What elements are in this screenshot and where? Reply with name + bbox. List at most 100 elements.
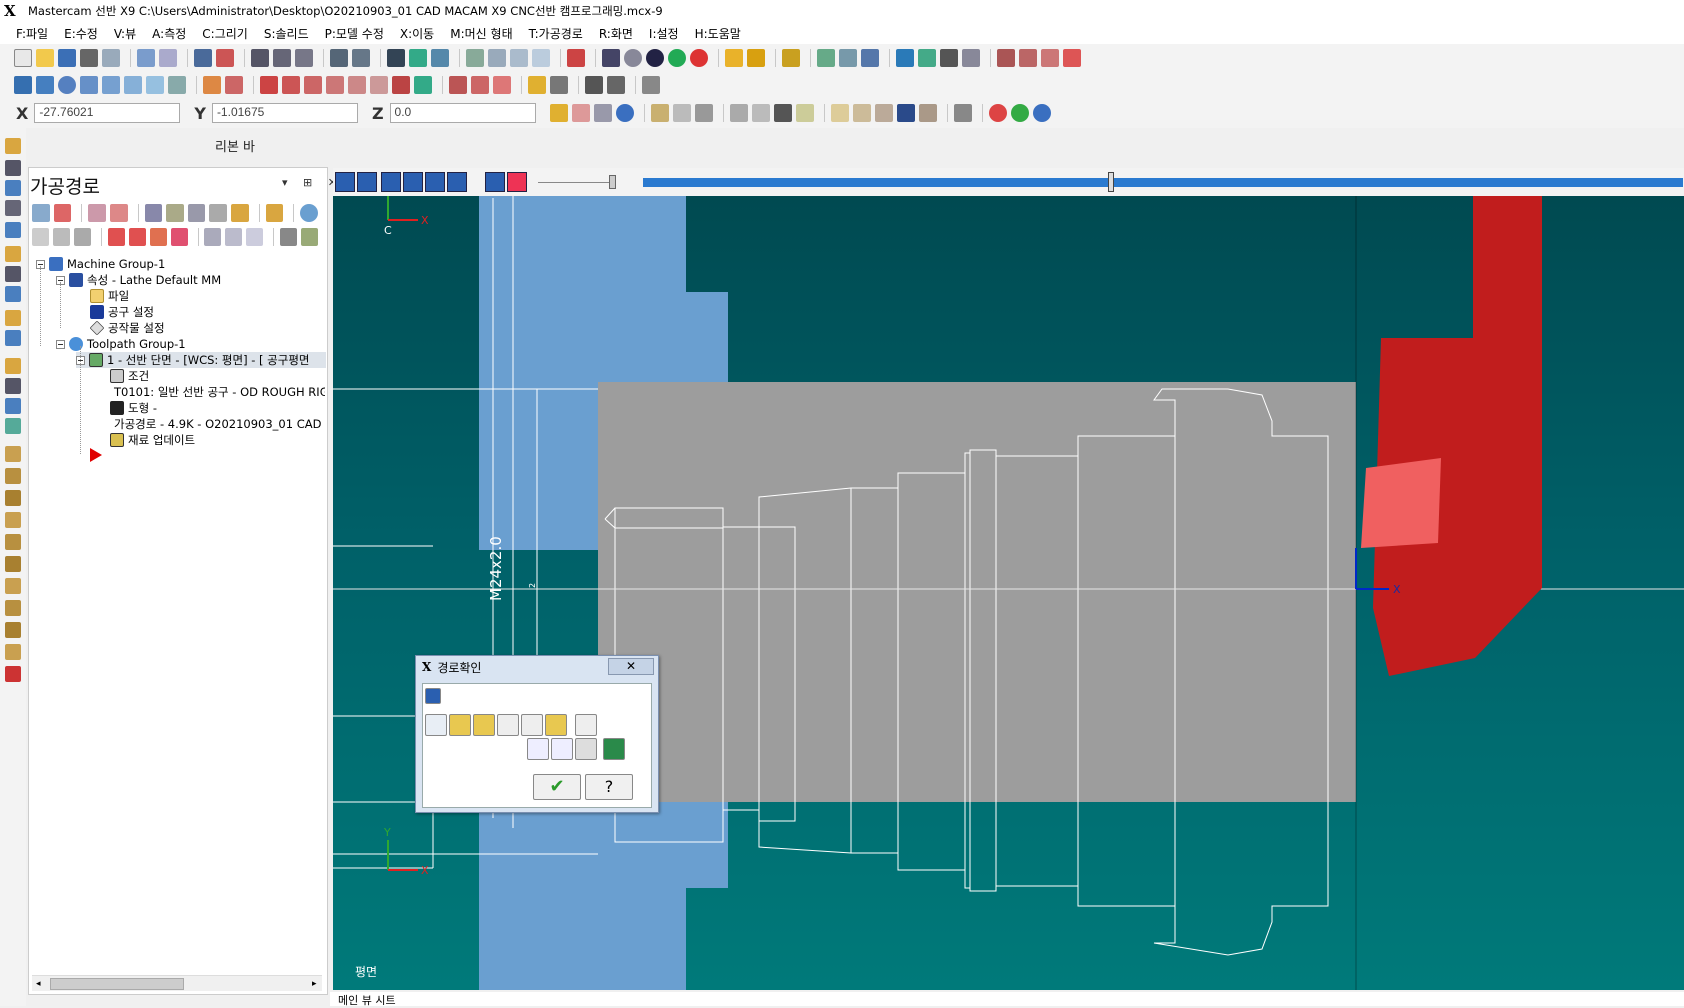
strip-tool-13-icon[interactable]	[5, 398, 21, 414]
clear-icon[interactable]	[593, 104, 612, 122]
collapse-dialog-icon[interactable]	[425, 688, 441, 704]
dimension-horizontal-icon[interactable]	[585, 75, 603, 94]
tool-manager-icon[interactable]	[280, 228, 298, 246]
menu-view[interactable]: V:뷰	[114, 25, 136, 42]
tree-item-stock-setup[interactable]: 공작물 설정	[89, 320, 165, 336]
stop-icon[interactable]	[357, 172, 377, 192]
strip-tool-21-icon[interactable]	[5, 578, 21, 594]
regen-all-icon[interactable]	[88, 204, 106, 222]
strip-tool-3-icon[interactable]	[5, 180, 21, 196]
machine-icon-4[interactable]	[1063, 48, 1081, 67]
machine-icon-2[interactable]	[1019, 48, 1037, 67]
z-coord-input[interactable]: 0.0	[389, 103, 536, 123]
select-all-icon[interactable]	[751, 104, 770, 122]
xform-8-icon[interactable]	[414, 75, 432, 94]
zoom-out-icon[interactable]	[352, 48, 370, 67]
info-icon[interactable]	[575, 714, 597, 736]
menu-machine-type[interactable]: M:머신 형태	[450, 25, 512, 42]
top-view-icon[interactable]	[488, 48, 506, 67]
array-icon[interactable]	[471, 75, 489, 94]
panel-help-icon[interactable]	[300, 204, 318, 222]
menu-screen[interactable]: R:화면	[599, 25, 633, 42]
tree-item-operation-1[interactable]: 1 - 선반 단면 - [WCS: 평면] - [ 공구평면	[76, 352, 326, 368]
tree-item-stock-update[interactable]: 재료 업데이트	[110, 432, 195, 448]
shaded-green-icon[interactable]	[668, 48, 686, 67]
point-icon[interactable]	[14, 75, 32, 94]
strip-tool-2-icon[interactable]	[5, 160, 21, 176]
sigma-icon[interactable]	[940, 48, 958, 67]
simulate-icon[interactable]	[187, 204, 206, 222]
toolpath-display-icon[interactable]	[485, 172, 505, 192]
open-file-icon[interactable]	[36, 48, 54, 67]
scroll-left-icon[interactable]: ◂	[36, 979, 41, 989]
show-holder-icon[interactable]	[497, 714, 519, 736]
x-coord-input[interactable]: -27.76021	[34, 103, 181, 123]
globe-icon[interactable]	[602, 48, 620, 67]
move-up-icon[interactable]	[128, 228, 146, 246]
menu-xform[interactable]: X:이동	[400, 25, 434, 42]
strip-tool-6-icon[interactable]	[5, 246, 21, 262]
menu-toolpaths[interactable]: T:가공경로	[529, 25, 583, 42]
print-preview-icon[interactable]	[102, 48, 120, 67]
new-file-icon[interactable]	[14, 48, 32, 67]
help-2-icon[interactable]	[1032, 104, 1051, 122]
toggle-post-icon[interactable]	[73, 228, 91, 246]
menu-settings[interactable]: I:설정	[649, 25, 679, 42]
menu-solids[interactable]: S:솔리드	[264, 25, 309, 42]
highfeed-icon[interactable]	[265, 204, 284, 222]
refresh-icon[interactable]	[425, 714, 447, 736]
shaded-red-icon[interactable]	[690, 48, 708, 67]
scroll-right-icon[interactable]: ▸	[312, 979, 317, 989]
tree-item-properties[interactable]: 속성 - Lathe Default MM	[56, 272, 221, 288]
chamfer-icon[interactable]	[168, 75, 186, 94]
insert-arrow-marker-icon[interactable]	[90, 448, 102, 462]
distance-icon[interactable]	[861, 48, 879, 67]
zoom-target-icon[interactable]	[251, 48, 269, 67]
scroll-to-icon[interactable]	[170, 228, 188, 246]
show-path-icon[interactable]	[449, 714, 471, 736]
tree-item-tool-settings[interactable]: 공구 설정	[90, 304, 154, 320]
strip-tool-18-icon[interactable]	[5, 512, 21, 528]
play-icon[interactable]	[335, 172, 355, 192]
verify-ops-icon[interactable]	[166, 204, 184, 222]
xform-3-icon[interactable]	[304, 75, 322, 94]
strip-tool-7-icon[interactable]	[5, 266, 21, 282]
strip-tool-20-icon[interactable]	[5, 556, 21, 572]
pencil-icon[interactable]	[725, 48, 743, 67]
delete-icon[interactable]	[225, 75, 243, 94]
trim-icon[interactable]	[203, 75, 221, 94]
strip-tool-22-icon[interactable]	[5, 600, 21, 616]
dimension-vertical-icon[interactable]	[607, 75, 625, 94]
arc-icon[interactable]	[102, 75, 120, 94]
menu-help[interactable]: H:도움말	[695, 25, 741, 42]
pencils-icon[interactable]	[747, 48, 765, 67]
cursor-icon[interactable]	[773, 104, 792, 122]
collapse-icon[interactable]	[225, 228, 243, 246]
fit-icon[interactable]	[194, 48, 212, 67]
strip-tool-25-icon[interactable]	[5, 666, 21, 682]
xform-2-icon[interactable]	[282, 75, 300, 94]
leader-icon[interactable]	[550, 75, 568, 94]
edit-icon[interactable]	[782, 48, 800, 67]
forward-end-icon[interactable]	[447, 172, 467, 192]
fillet-icon[interactable]	[146, 75, 164, 94]
hatch-icon[interactable]	[642, 75, 660, 94]
rewind-start-icon[interactable]	[381, 172, 401, 192]
step-forward-icon[interactable]	[425, 172, 445, 192]
lock-icon[interactable]	[32, 228, 49, 246]
undo-icon[interactable]	[137, 48, 155, 67]
zoom-window-icon[interactable]	[273, 48, 291, 67]
mirror-icon[interactable]	[449, 75, 467, 94]
xform-7-icon[interactable]	[392, 75, 410, 94]
tool-display-icon[interactable]	[507, 172, 527, 192]
query-icon[interactable]	[839, 48, 857, 67]
y-coord-input[interactable]: -1.01675	[211, 103, 358, 123]
tree-item-parameters[interactable]: 조건	[110, 368, 149, 384]
main-view-sheet-tab[interactable]: 메인 뷰 시트	[338, 994, 396, 1007]
fast-point-icon[interactable]	[549, 104, 568, 122]
strip-tool-9-icon[interactable]	[5, 310, 21, 326]
cube-3-icon[interactable]	[874, 104, 893, 122]
menu-create[interactable]: C:그리기	[202, 25, 248, 42]
select-window-icon[interactable]	[729, 104, 748, 122]
select-all-ops-icon[interactable]	[32, 204, 50, 222]
